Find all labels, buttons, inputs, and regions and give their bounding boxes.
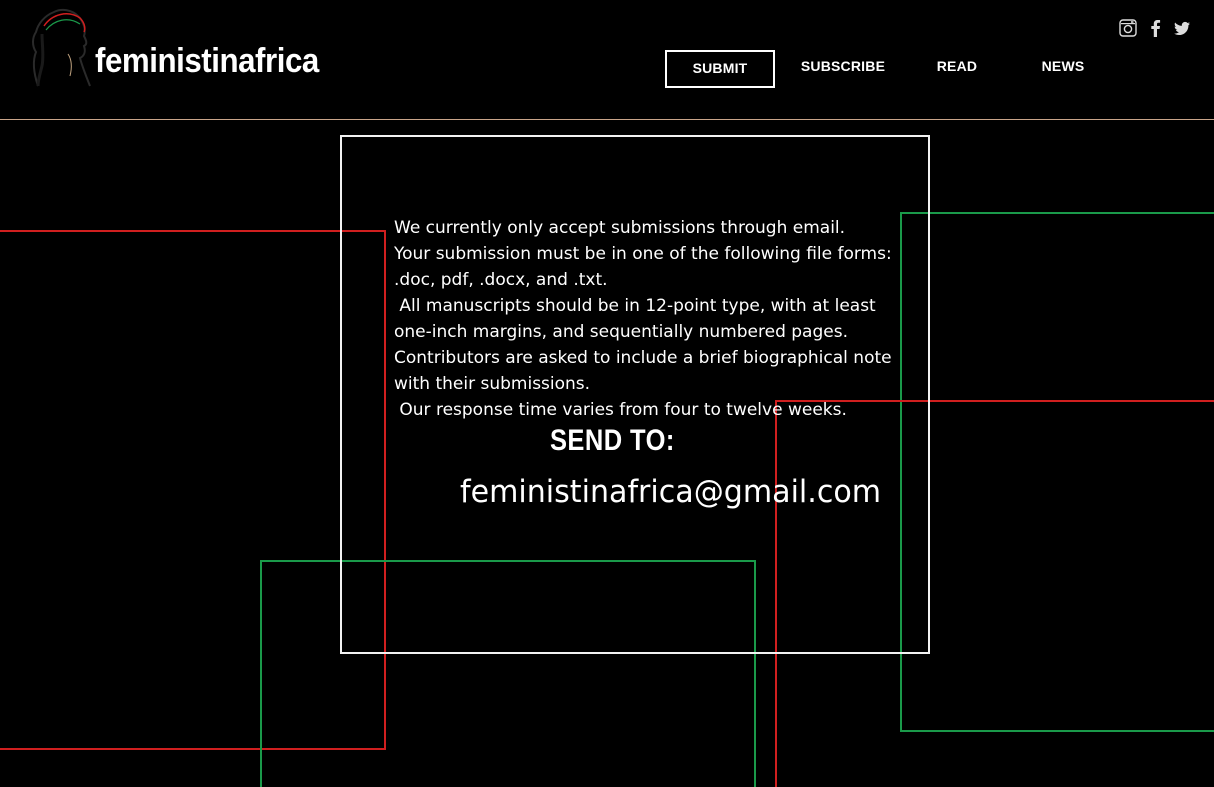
nav-subscribe[interactable]: SUBSCRIBE [800,50,886,88]
site-header: feministinafrica SUBMIT SUBSCRIBE READ N… [0,0,1214,120]
decorative-red-frame-right [775,400,1214,787]
twitter-icon[interactable] [1172,18,1192,38]
guideline-paragraph: Our response time varies from four to tw… [394,400,847,420]
nav-news[interactable]: NEWS [1033,50,1093,88]
guideline-paragraph: Your submission must be in one of the fo… [394,244,898,290]
nav-read[interactable]: READ [927,50,987,88]
guideline-paragraph: Contributors are asked to include a brie… [394,348,898,394]
guideline-paragraph: All manuscripts should be in 12-point ty… [394,296,882,342]
instagram-icon[interactable] [1118,18,1138,38]
page: feministinafrica SUBMIT SUBSCRIBE READ N… [0,0,1214,787]
submission-email-link[interactable]: feministinafrica@gmail.com [460,474,881,510]
guideline-paragraph: We currently only accept submissions thr… [394,218,846,238]
site-title[interactable]: feministinafrica [95,42,319,81]
woman-headwrap-silhouette-icon[interactable] [28,4,92,88]
decorative-green-frame-right [900,212,1214,732]
nav-submit[interactable]: SUBMIT [665,50,775,88]
decorative-green-frame-bottom [260,560,756,787]
send-to-heading: SEND TO: [550,424,675,457]
submission-guidelines: We currently only accept submissions thr… [394,215,914,423]
decorative-red-frame-left [0,230,386,750]
facebook-icon[interactable] [1146,18,1166,38]
